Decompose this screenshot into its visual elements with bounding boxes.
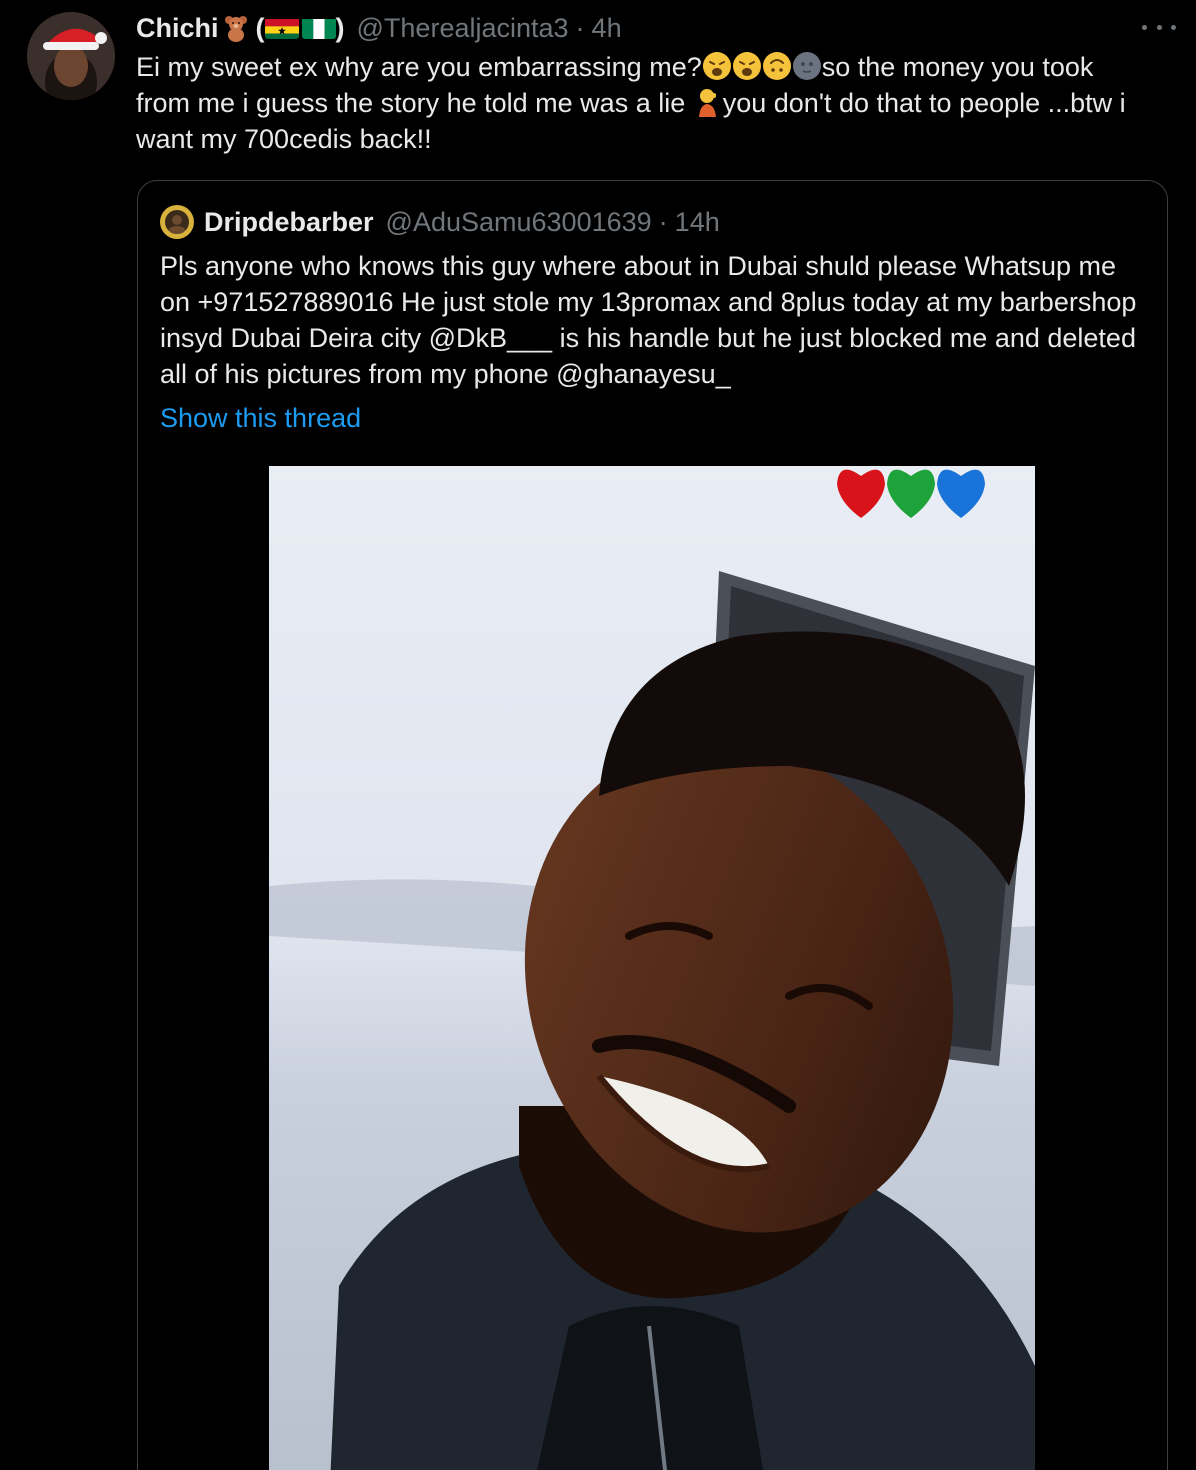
quoted-display-name: Dripdebarber — [204, 206, 374, 237]
avatar[interactable] — [27, 12, 115, 100]
nigeria-flag-icon — [301, 17, 336, 39]
more-horizontal-icon[interactable] — [1142, 18, 1176, 36]
display-name[interactable]: Chichi — [136, 13, 219, 44]
quoted-handle: @AduSamu63001639 — [385, 206, 652, 237]
quoted-timestamp: 14h — [674, 206, 720, 237]
tweet[interactable]: Chichi () @Therealjacinta3 · 4h Ei my s… — [0, 0, 1196, 1470]
ghana-flag-icon — [264, 17, 299, 39]
new-moon-face-emoji-icon — [792, 51, 822, 81]
teddy-bear-icon — [222, 14, 250, 42]
tweet-text-part1: Ei my sweet ex why are you embarrassing … — [136, 52, 702, 82]
quoted-tweet[interactable]: Dripdebarber @AduSamu63001639 · 14h Pls … — [137, 180, 1168, 1470]
weary-face-emoji-icon — [732, 51, 762, 81]
flag-paren-close: ) — [335, 12, 345, 43]
handle[interactable]: @Therealjacinta3 — [357, 13, 569, 44]
quoted-separator-dot: · — [658, 206, 668, 237]
quoted-avatar — [160, 205, 194, 239]
quoted-tweet-text: Pls anyone who knows this guy where abou… — [160, 251, 1137, 389]
timestamp[interactable]: 4h — [592, 13, 622, 44]
separator-dot: · — [575, 12, 585, 43]
person-facepalm-emoji-icon — [693, 87, 723, 117]
quoted-tweet-header: Dripdebarber @AduSamu63001639 · 14h — [160, 203, 720, 241]
tweet-text: Ei my sweet ex why are you embarrassing … — [136, 49, 1146, 157]
quoted-tweet-photo[interactable] — [269, 466, 1035, 1470]
show-thread-link[interactable]: Show this thread — [160, 400, 361, 436]
weary-face-emoji-icon — [702, 51, 732, 81]
tweet-header: Chichi () @Therealjacinta3 · 4h — [136, 10, 622, 46]
flag-paren-open: ( — [255, 12, 265, 43]
upside-down-face-emoji-icon — [762, 51, 792, 81]
